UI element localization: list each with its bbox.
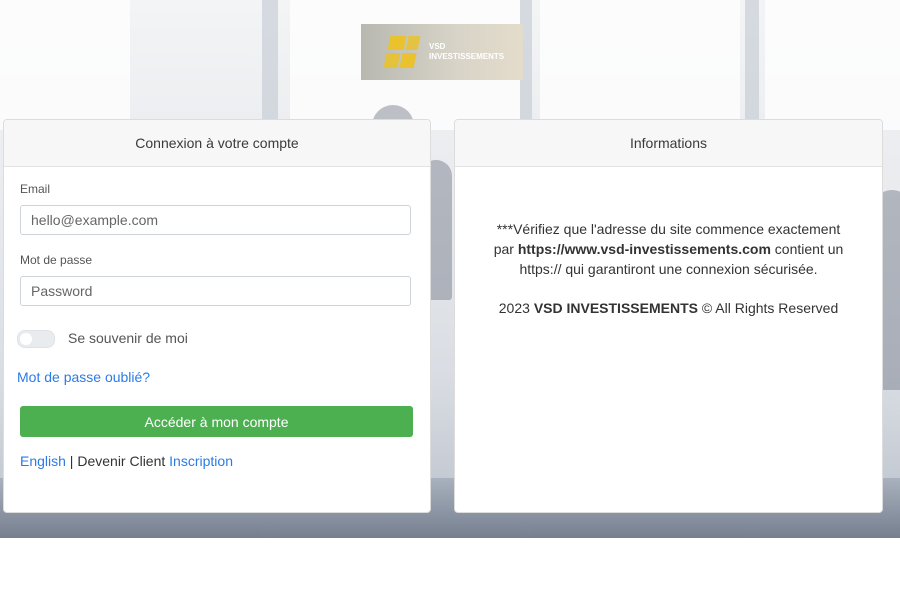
background-window: [765, 0, 900, 130]
remember-me-label[interactable]: Se souvenir de moi: [68, 330, 188, 346]
login-footer-links: English | Devenir Client Inscription: [20, 453, 233, 469]
password-label: Mot de passe: [20, 253, 93, 267]
remember-me-toggle[interactable]: [17, 330, 55, 348]
footer-separator: |: [65, 453, 78, 469]
security-notice: ***Vérifiez que l'adresse du site commen…: [493, 221, 844, 277]
site-url: https://www.vsd-investissements.com: [517, 241, 771, 257]
logo-mark-icon: [383, 32, 423, 72]
info-card: Informations ***Vérifiez que l'adresse d…: [454, 119, 883, 513]
login-card: Connexion à votre compte Email Mot de pa…: [3, 119, 431, 513]
language-english-link[interactable]: English: [20, 453, 66, 469]
background-window: [0, 0, 130, 130]
logo-text: VSD INVESTISSEMENTS: [429, 42, 505, 61]
email-label: Email: [20, 182, 51, 196]
info-card-title: Informations: [455, 120, 882, 167]
info-body: ***Vérifiez que l'adresse du site commen…: [455, 167, 882, 318]
become-client-text: Devenir Client: [77, 453, 170, 469]
login-submit-button[interactable]: Accéder à mon compte: [20, 406, 413, 437]
background-window: [540, 0, 740, 130]
login-card-title: Connexion à votre compte: [4, 120, 430, 167]
password-field[interactable]: [20, 276, 411, 306]
toggle-knob: [20, 333, 32, 345]
copyright-company: VSD INVESTISSEMENTS: [533, 300, 698, 316]
forgot-password-link[interactable]: Mot de passe oublié?: [17, 369, 150, 385]
brand-logo: VSD INVESTISSEMENTS: [361, 24, 523, 80]
email-field[interactable]: [20, 205, 411, 235]
copyright-text: 2023 VSD INVESTISSEMENTS © All Rights Re…: [498, 300, 839, 316]
signup-link[interactable]: Inscription: [169, 453, 233, 469]
